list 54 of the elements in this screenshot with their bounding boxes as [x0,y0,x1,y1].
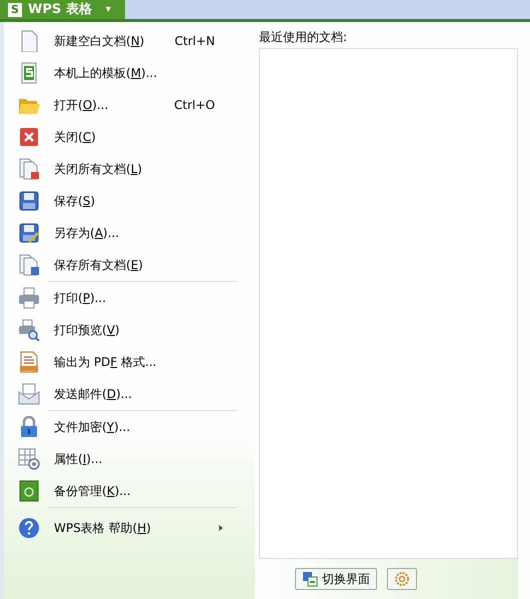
help-icon [18,517,40,539]
shortcut-text: Ctrl+O [174,97,215,114]
grid-gear-icon [18,448,40,470]
windows-icon [302,571,318,587]
menu-item[interactable]: 保存(S) [4,185,237,217]
menu-item-label: 打印预览(V) [54,322,120,339]
menu-item[interactable]: 保存所有文档(E) [4,249,237,281]
menu-item[interactable]: 关闭(C) [4,121,237,153]
menu-item-label: 属性(I)... [54,451,102,468]
printer-icon [18,287,40,309]
backup-icon [18,480,40,502]
menu-item-label: 新建空白文档(N) [54,33,144,50]
menu-item[interactable]: 文件加密(Y)... [4,411,237,443]
save-icon [18,190,40,212]
menu-item[interactable]: 备份管理(K)... [4,475,237,507]
menu-item-label: 关闭(C) [54,129,96,146]
menu-item-label: 打开(O)... [54,97,108,114]
menu-item[interactable]: 本机上的模板(M)... [4,57,237,89]
menu-item-label: 本机上的模板(M)... [54,65,158,82]
menu-item-label: 打印(P)... [54,290,106,307]
menu-item[interactable]: 打开(O)... Ctrl+O [4,89,237,121]
menu-item[interactable]: 另存为(A)... [4,217,237,249]
menu-item[interactable]: 打印(P)... [4,282,237,314]
settings-button[interactable] [387,568,417,590]
document-export-icon [18,351,40,373]
save-as-icon [18,222,40,244]
menu-item[interactable]: 打印预览(V) [4,314,237,346]
menu-item-label: 保存(S) [54,193,95,210]
print-preview-icon [18,319,40,341]
close-icon [18,126,40,148]
menu-item[interactable]: 新建空白文档(N) Ctrl+N [4,25,237,57]
menu-item[interactable]: 发送邮件(D)... [4,378,237,410]
menu-item[interactable]: 关闭所有文档(L) [4,153,237,185]
menu-item-label: 输出为 PDF 格式... [54,354,156,371]
menu-item[interactable]: 属性(I)... [4,443,237,475]
logo-icon: S [8,2,22,16]
menu-item-label: 备份管理(K)... [54,483,131,500]
menu-item[interactable]: WPS表格 帮助(H) [4,508,237,548]
menu-item-label: 文件加密(Y)... [54,419,130,436]
pages-save-icon [18,254,40,276]
recent-documents-label: 最近使用的文档: [259,29,348,46]
envelope-icon [18,383,40,405]
menu-item-label: 发送邮件(D)... [54,386,132,403]
menu-item[interactable]: 输出为 PDF 格式... [4,346,237,378]
padlock-icon [18,416,40,438]
menu-item-label: 关闭所有文档(L) [54,161,142,178]
menu-item-label: WPS表格 帮助(H) [54,520,151,537]
app-menu-button[interactable]: S WPS 表格 ▾ [0,0,125,19]
menu-item-label: 保存所有文档(E) [54,257,143,274]
gear-icon [394,571,410,587]
switch-interface-button[interactable]: 切换界面 [295,568,377,590]
pages-close-icon [18,158,40,180]
shortcut-text: Ctrl+N [174,33,215,50]
menu-item-label: 另存为(A)... [54,225,120,242]
